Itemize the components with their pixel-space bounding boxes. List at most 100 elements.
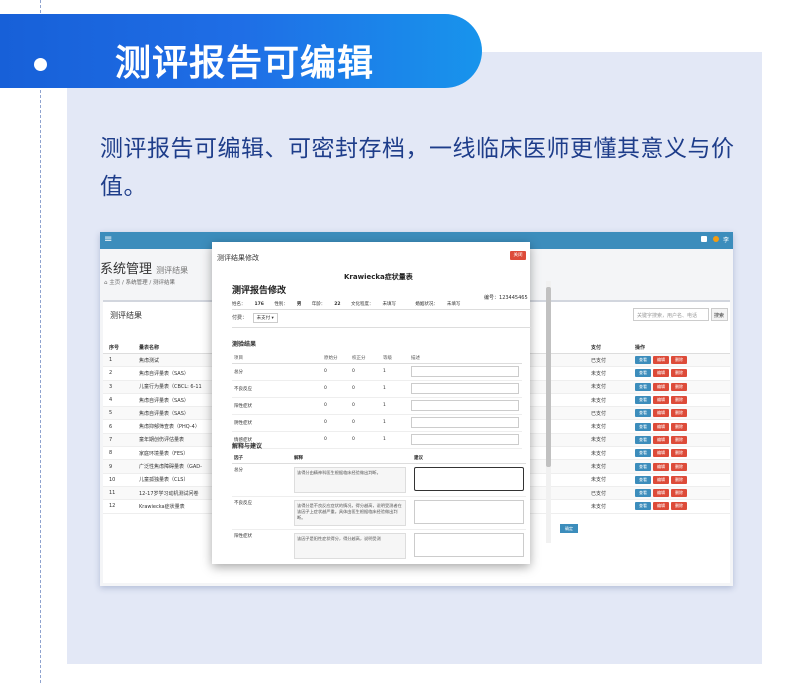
description-input[interactable]: [411, 400, 519, 411]
edit-button[interactable]: 编辑: [653, 396, 669, 405]
view-button[interactable]: 查看: [635, 489, 651, 498]
result-raw: 0: [322, 431, 350, 449]
banner-title: 测评报告可编辑: [115, 43, 375, 84]
row-pay-status: 未支付: [585, 419, 629, 434]
info-name: 姓名： 176: [232, 302, 264, 307]
modal-title: 测评结果修改: [217, 254, 259, 262]
delete-button[interactable]: 删除: [671, 435, 687, 444]
result-adj: 0: [350, 380, 381, 398]
explain-text-cell: 该得分由精神科医生根据临床经验做出判断。: [292, 463, 412, 497]
explain-row: 不良反应 该得分是不良反应症状的情况，得分越高，说明受测者在该因子上症状越严重。具…: [232, 496, 526, 530]
delete-button[interactable]: 删除: [671, 475, 687, 484]
breadcrumb-system[interactable]: 系统管理: [126, 280, 148, 286]
delete-button[interactable]: 删除: [671, 422, 687, 431]
col-header-action: 操作: [629, 342, 730, 354]
view-button[interactable]: 查看: [635, 422, 651, 431]
info-age: 年龄： 22: [311, 302, 341, 307]
edit-button[interactable]: 编辑: [653, 449, 669, 458]
search-button[interactable]: 搜索: [711, 308, 728, 321]
delete-button[interactable]: 删除: [671, 409, 687, 418]
row-actions: 查看 编辑 删除: [629, 459, 730, 474]
row-pay-status: 未支付: [585, 433, 629, 448]
view-button[interactable]: 查看: [635, 435, 651, 444]
delete-button[interactable]: 删除: [671, 382, 687, 391]
edit-button[interactable]: 编辑: [653, 475, 669, 484]
modal-close-button[interactable]: 关闭: [510, 251, 526, 260]
view-button[interactable]: 查看: [635, 396, 651, 405]
row-no: 6: [103, 419, 133, 434]
hamburger-menu-icon[interactable]: ≡: [104, 234, 112, 245]
explain-factor: 总分: [232, 463, 292, 497]
modal-scrollbar[interactable]: [546, 281, 551, 543]
result-row: 阴性症状 0 0 1: [232, 414, 522, 432]
row-pay-status: 未支付: [585, 380, 629, 394]
intro-text: 测评报告可编辑、可密封存档，一线临床医师更懂其意义与价值。: [100, 136, 735, 200]
edit-button[interactable]: 编辑: [653, 489, 669, 498]
view-button[interactable]: 查看: [635, 502, 651, 511]
row-actions: 查看 编辑 删除: [629, 419, 730, 434]
row-blank: [573, 419, 585, 434]
explanation-textarea[interactable]: 该因子是阳性症状得分，得分越高，说明受测: [294, 532, 406, 559]
edit-button[interactable]: 编辑: [653, 502, 669, 511]
search-input[interactable]: 关键字搜索，用户名、电话: [633, 308, 709, 321]
delete-button[interactable]: 删除: [671, 356, 687, 365]
result-item: 阴性症状: [232, 414, 322, 432]
delete-button[interactable]: 删除: [671, 369, 687, 378]
result-col-adj: 校正分: [350, 354, 381, 364]
page-title-sub: 测评结果: [156, 266, 189, 275]
row-actions: 查看 编辑 删除: [629, 366, 730, 381]
view-button[interactable]: 查看: [635, 409, 651, 418]
edit-button[interactable]: 编辑: [653, 409, 669, 418]
row-pay-status: 未支付: [585, 499, 629, 514]
edit-button[interactable]: 编辑: [653, 422, 669, 431]
view-button[interactable]: 查看: [635, 449, 651, 458]
delete-button[interactable]: 删除: [671, 502, 687, 511]
result-item: 不良反应: [232, 380, 322, 398]
user-avatar-icon[interactable]: [713, 236, 720, 242]
edit-button[interactable]: 编辑: [653, 462, 669, 471]
suggestion-textarea[interactable]: [414, 532, 524, 557]
pay-select[interactable]: 未支付 ▾: [252, 313, 278, 323]
description-input[interactable]: [411, 417, 519, 428]
delete-button[interactable]: 删除: [671, 489, 687, 498]
edit-button[interactable]: 编辑: [653, 369, 669, 378]
row-pay-status: 已支付: [585, 353, 629, 368]
row-blank: [573, 446, 585, 461]
delete-button[interactable]: 删除: [671, 449, 687, 458]
bullet-dot-icon: [34, 58, 47, 71]
result-grade: 1: [381, 380, 409, 398]
col-header-no: 序号: [103, 342, 133, 354]
breadcrumb-home[interactable]: 主页: [109, 280, 120, 286]
view-button[interactable]: 查看: [635, 356, 651, 365]
info-marital: 婚姻状况： 未填写: [415, 302, 461, 307]
user-name[interactable]: 李: [723, 237, 729, 244]
edit-button[interactable]: 编辑: [653, 382, 669, 391]
explanation-textarea[interactable]: 该得分是不良反应症状的情况，得分越高，说明受测者在该因子上症状越严重。具体由医生…: [294, 499, 406, 526]
description-input[interactable]: [411, 383, 519, 394]
view-button[interactable]: 查看: [635, 462, 651, 471]
delete-button[interactable]: 删除: [671, 396, 687, 405]
description-input[interactable]: [411, 434, 519, 445]
row-actions: 查看 编辑 删除: [629, 446, 730, 461]
result-raw: 0: [322, 380, 350, 398]
suggestion-textarea[interactable]: [414, 466, 524, 491]
result-grade: 1: [381, 414, 409, 432]
notification-icon[interactable]: [701, 236, 708, 242]
suggestion-textarea[interactable]: [414, 499, 524, 524]
explanation-textarea[interactable]: 该得分由精神科医生根据临床经验做出判断。: [294, 466, 406, 493]
col-header-pay: 支付: [585, 342, 629, 354]
delete-button[interactable]: 删除: [671, 462, 687, 471]
view-button[interactable]: 查看: [635, 382, 651, 391]
description-input[interactable]: [411, 366, 519, 377]
result-raw: 0: [322, 363, 350, 381]
edit-button[interactable]: 编辑: [653, 435, 669, 444]
view-button[interactable]: 查看: [635, 475, 651, 484]
edit-button[interactable]: 编辑: [653, 356, 669, 365]
report-title: 测评报告修改: [232, 286, 287, 296]
view-button[interactable]: 查看: [635, 369, 651, 378]
row-pay-status: 已支付: [585, 486, 629, 501]
explain-col-factor: 因子: [232, 454, 292, 464]
confirm-button[interactable]: 确定: [560, 524, 578, 533]
result-table: 项目 原始分 校正分 等级 描述 总分 0 0 1 不良反应 0 0 1 阳性症状 0 0 1 阴性症状…: [232, 354, 522, 449]
modal-scrollbar-thumb[interactable]: [546, 287, 551, 467]
